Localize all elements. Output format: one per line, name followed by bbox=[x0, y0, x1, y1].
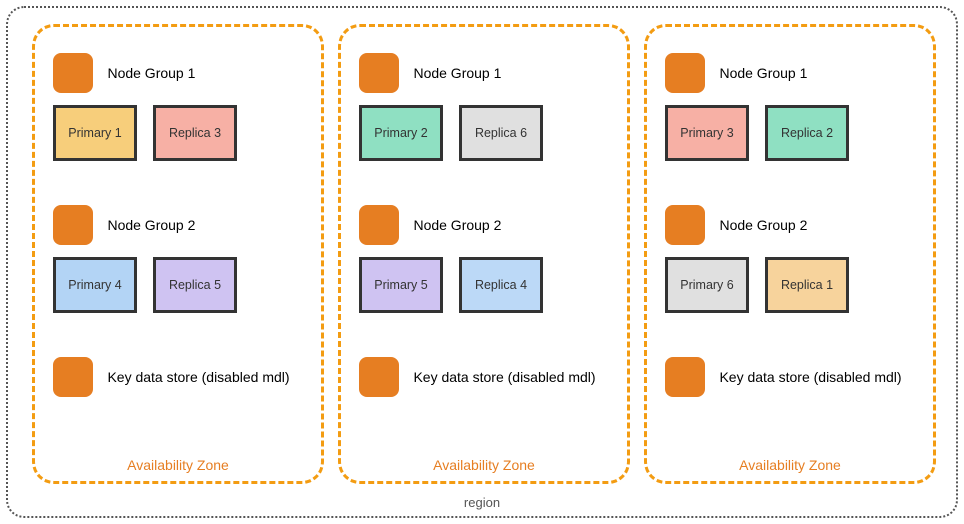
node-row: Primary 3 Replica 2 bbox=[665, 105, 921, 161]
group-label: Key data store (disabled mdl) bbox=[413, 369, 595, 385]
node-group-1: Node Group 1 Primary 3 Replica 2 bbox=[665, 53, 921, 161]
group-label: Node Group 1 bbox=[413, 65, 501, 81]
cache-icon bbox=[359, 205, 399, 245]
replica-node: Replica 3 bbox=[153, 105, 237, 161]
node-group-2: Node Group 2 Primary 5 Replica 4 bbox=[359, 205, 615, 313]
cache-icon bbox=[359, 53, 399, 93]
primary-node: Primary 6 bbox=[665, 257, 749, 313]
group-label: Node Group 2 bbox=[719, 217, 807, 233]
replica-node: Replica 5 bbox=[153, 257, 237, 313]
node-row: Primary 2 Replica 6 bbox=[359, 105, 615, 161]
primary-node: Primary 5 bbox=[359, 257, 443, 313]
group-label: Node Group 1 bbox=[107, 65, 195, 81]
cache-icon bbox=[665, 53, 705, 93]
node-group-1: Node Group 1 Primary 2 Replica 6 bbox=[359, 53, 615, 161]
node-group-2: Node Group 2 Primary 4 Replica 5 bbox=[53, 205, 309, 313]
availability-zone-1: Availability Zone Node Group 1 Primary 1… bbox=[32, 24, 324, 484]
cache-icon bbox=[53, 357, 93, 397]
availability-zone-2: Availability Zone Node Group 1 Primary 2… bbox=[338, 24, 630, 484]
node-group-3: Key data store (disabled mdl) bbox=[53, 357, 309, 397]
node-group-2: Node Group 2 Primary 6 Replica 1 bbox=[665, 205, 921, 313]
cache-icon bbox=[665, 205, 705, 245]
node-row: Primary 4 Replica 5 bbox=[53, 257, 309, 313]
node-row: Primary 6 Replica 1 bbox=[665, 257, 921, 313]
group-label: Key data store (disabled mdl) bbox=[719, 369, 901, 385]
region-label: region bbox=[464, 495, 500, 510]
az-label: Availability Zone bbox=[433, 457, 535, 473]
node-group-3: Key data store (disabled mdl) bbox=[359, 357, 615, 397]
primary-node: Primary 4 bbox=[53, 257, 137, 313]
node-group-1: Node Group 1 Primary 1 Replica 3 bbox=[53, 53, 309, 161]
availability-zone-3: Availability Zone Node Group 1 Primary 3… bbox=[644, 24, 936, 484]
node-row: Primary 1 Replica 3 bbox=[53, 105, 309, 161]
group-label: Key data store (disabled mdl) bbox=[107, 369, 289, 385]
node-group-3: Key data store (disabled mdl) bbox=[665, 357, 921, 397]
cache-icon bbox=[665, 357, 705, 397]
cache-icon bbox=[53, 53, 93, 93]
az-label: Availability Zone bbox=[739, 457, 841, 473]
group-label: Node Group 2 bbox=[107, 217, 195, 233]
replica-node: Replica 4 bbox=[459, 257, 543, 313]
group-label: Node Group 2 bbox=[413, 217, 501, 233]
replica-node: Replica 1 bbox=[765, 257, 849, 313]
replica-node: Replica 6 bbox=[459, 105, 543, 161]
az-label: Availability Zone bbox=[127, 457, 229, 473]
primary-node: Primary 2 bbox=[359, 105, 443, 161]
region-container: region Availability Zone Node Group 1 Pr… bbox=[6, 6, 958, 518]
cache-icon bbox=[359, 357, 399, 397]
cache-icon bbox=[53, 205, 93, 245]
group-label: Node Group 1 bbox=[719, 65, 807, 81]
node-row: Primary 5 Replica 4 bbox=[359, 257, 615, 313]
replica-node: Replica 2 bbox=[765, 105, 849, 161]
primary-node: Primary 3 bbox=[665, 105, 749, 161]
primary-node: Primary 1 bbox=[53, 105, 137, 161]
